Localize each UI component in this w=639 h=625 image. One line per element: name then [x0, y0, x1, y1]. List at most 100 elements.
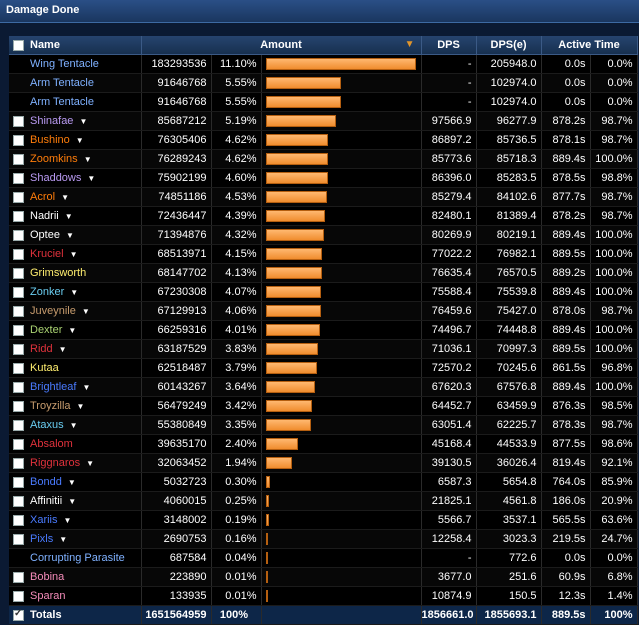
row-name[interactable]: Affinitii	[30, 495, 62, 507]
row-name[interactable]: Sparan	[30, 590, 65, 602]
row-name[interactable]: Xariis	[30, 514, 58, 526]
table-row[interactable]: Xariis ▼ 3148002 0.19% 5566.7 3537.1 565.5s 63.…	[9, 510, 638, 530]
row-name-cell[interactable]: Bondd ▼	[9, 472, 142, 492]
row-checkbox[interactable]	[13, 438, 24, 450]
row-checkbox[interactable]	[13, 134, 24, 146]
row-checkbox[interactable]	[13, 172, 24, 184]
row-name[interactable]: Ataxus	[30, 419, 64, 431]
row-name[interactable]: Juveynile	[30, 305, 76, 317]
row-name[interactable]: Arm Tentacle	[30, 96, 94, 108]
row-name[interactable]: Grimsworth	[30, 267, 86, 279]
row-checkbox[interactable]	[13, 571, 24, 583]
row-name-cell[interactable]: Corrupting Parasite	[9, 548, 142, 568]
row-checkbox[interactable]	[13, 381, 24, 393]
row-name[interactable]: Optee	[30, 229, 60, 241]
table-row[interactable]: Kutaa 62518487 3.79% 72570.2 70245.6 861.5s 96…	[9, 358, 638, 378]
row-checkbox[interactable]	[13, 476, 24, 488]
dropdown-arrow-icon[interactable]: ▼	[65, 212, 73, 221]
row-name-cell[interactable]: Bushino ▼	[9, 130, 142, 150]
row-name-cell[interactable]: Kutaa	[9, 358, 142, 378]
table-row[interactable]: Corrupting Parasite 687584 0.04% -772.6 0.0s…	[9, 548, 638, 568]
row-checkbox[interactable]	[13, 229, 24, 241]
row-name[interactable]: Bushino	[30, 134, 70, 146]
row-name-cell[interactable]: Absalom	[9, 434, 142, 454]
row-name[interactable]: Absalom	[30, 438, 73, 450]
table-row[interactable]: Troyzilla ▼ 56479249 3.42% 64452.7 63459.9 876…	[9, 396, 638, 416]
row-name[interactable]: Zoomkins	[30, 153, 78, 165]
name-column-header[interactable]: Name	[9, 36, 142, 55]
table-row[interactable]: Bushino ▼ 76305406 4.62% 86897.2 85736.5 878.1…	[9, 130, 638, 150]
table-row[interactable]: Optee ▼ 71394876 4.32% 80269.9 80219.1 889.4s 1…	[9, 225, 638, 245]
select-all-checkbox[interactable]	[13, 39, 24, 51]
dropdown-arrow-icon[interactable]: ▼	[68, 326, 76, 335]
row-name[interactable]: Arm Tentacle	[30, 77, 94, 89]
dropdown-arrow-icon[interactable]: ▼	[68, 478, 76, 487]
row-name-cell[interactable]: Sparan	[9, 586, 142, 606]
row-name[interactable]: Ridd	[30, 343, 53, 355]
row-name[interactable]: Troyzilla	[30, 400, 71, 412]
row-name[interactable]: Wing Tentacle	[30, 58, 99, 70]
table-row[interactable]: Shaddows ▼ 75902199 4.60% 86396.0 85283.5 878.…	[9, 168, 638, 188]
row-name-cell[interactable]: Optee ▼	[9, 225, 142, 245]
totals-checkbox[interactable]	[13, 608, 24, 621]
row-checkbox[interactable]	[13, 343, 24, 355]
row-name-cell[interactable]: Zoomkins ▼	[9, 149, 142, 169]
table-row[interactable]: Juveynile ▼ 67129913 4.06% 76459.6 75427.0 878…	[9, 301, 638, 321]
row-name-cell[interactable]: Pixls ▼	[9, 529, 142, 549]
row-name[interactable]: Bobina	[30, 571, 64, 583]
table-row[interactable]: Absalom 39635170 2.40% 45168.4 44533.9 877.5s…	[9, 434, 638, 454]
row-checkbox[interactable]	[13, 400, 24, 412]
dropdown-arrow-icon[interactable]: ▼	[68, 497, 76, 506]
row-name-cell[interactable]: Ataxus ▼	[9, 415, 142, 435]
row-name[interactable]: Kruciel	[30, 248, 64, 260]
row-name[interactable]: Shinafae	[30, 115, 73, 127]
table-row[interactable]: Pixls ▼ 2690753 0.16% 12258.4 3023.3 219.5s 24.…	[9, 529, 638, 549]
table-row[interactable]: Riggnaros ▼ 32063452 1.94% 39130.5 36026.4 819…	[9, 453, 638, 473]
table-row[interactable]: Arm Tentacle 91646768 5.55% -102974.0 0.0s 0.…	[9, 73, 638, 93]
dropdown-arrow-icon[interactable]: ▼	[77, 402, 85, 411]
dropdown-arrow-icon[interactable]: ▼	[64, 516, 72, 525]
row-name-cell[interactable]: Shinafae ▼	[9, 111, 142, 131]
row-name[interactable]: Shaddows	[30, 172, 81, 184]
dps-column-header[interactable]: DPS	[421, 36, 477, 55]
row-name-cell[interactable]: Kruciel ▼	[9, 244, 142, 264]
row-name-cell[interactable]: Bobina	[9, 567, 142, 587]
dropdown-arrow-icon[interactable]: ▼	[70, 288, 78, 297]
row-name-cell[interactable]: Xariis ▼	[9, 510, 142, 530]
table-row[interactable]: Brightleaf ▼ 60143267 3.64% 67620.3 67576.8 88…	[9, 377, 638, 397]
table-row[interactable]: Acrol ▼ 74851186 4.53% 85279.4 84102.6 877.7s 9…	[9, 187, 638, 207]
row-checkbox[interactable]	[13, 495, 24, 507]
row-name-cell[interactable]: Riggnaros ▼	[9, 453, 142, 473]
row-checkbox[interactable]	[13, 115, 24, 127]
table-row[interactable]: Sparan 133935 0.01% 10874.9 150.5 12.3s 1.4%	[9, 586, 638, 606]
table-row[interactable]: Zonker ▼ 67230308 4.07% 75588.4 75539.8 889.4s…	[9, 282, 638, 302]
row-name[interactable]: Bondd	[30, 476, 62, 488]
row-name-cell[interactable]: Affinitii ▼	[9, 491, 142, 511]
row-checkbox[interactable]	[13, 153, 24, 165]
row-name-cell[interactable]: Ridd ▼	[9, 339, 142, 359]
row-name[interactable]: Kutaa	[30, 362, 59, 374]
row-checkbox[interactable]	[13, 210, 24, 222]
dropdown-arrow-icon[interactable]: ▼	[79, 117, 87, 126]
row-checkbox[interactable]	[13, 324, 24, 336]
row-name-cell[interactable]: Brightleaf ▼	[9, 377, 142, 397]
row-checkbox[interactable]	[13, 267, 24, 279]
table-row[interactable]: Kruciel ▼ 68513971 4.15% 77022.2 76982.1 889.5…	[9, 244, 638, 264]
row-checkbox[interactable]	[13, 419, 24, 431]
row-name-cell[interactable]: Shaddows ▼	[9, 168, 142, 188]
row-name-cell[interactable]: Nadrii ▼	[9, 206, 142, 226]
row-name[interactable]: Pixls	[30, 533, 53, 545]
row-name-cell[interactable]: Arm Tentacle	[9, 73, 142, 93]
dropdown-arrow-icon[interactable]: ▼	[59, 345, 67, 354]
row-checkbox[interactable]	[13, 533, 24, 545]
row-name[interactable]: Acrol	[30, 191, 55, 203]
dropdown-arrow-icon[interactable]: ▼	[70, 250, 78, 259]
row-checkbox[interactable]	[13, 191, 24, 203]
row-checkbox[interactable]	[13, 362, 24, 374]
dropdown-arrow-icon[interactable]: ▼	[86, 459, 94, 468]
dropdown-arrow-icon[interactable]: ▼	[82, 383, 90, 392]
row-name[interactable]: Dexter	[30, 324, 62, 336]
dropdown-arrow-icon[interactable]: ▼	[70, 421, 78, 430]
table-row[interactable]: Bobina 223890 0.01% 3677.0 251.6 60.9s 6.8%	[9, 567, 638, 587]
row-name-cell[interactable]: Dexter ▼	[9, 320, 142, 340]
